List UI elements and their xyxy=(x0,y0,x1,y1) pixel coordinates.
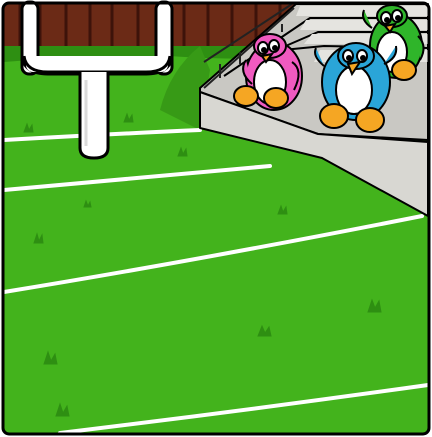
football-field-scene xyxy=(0,0,432,437)
